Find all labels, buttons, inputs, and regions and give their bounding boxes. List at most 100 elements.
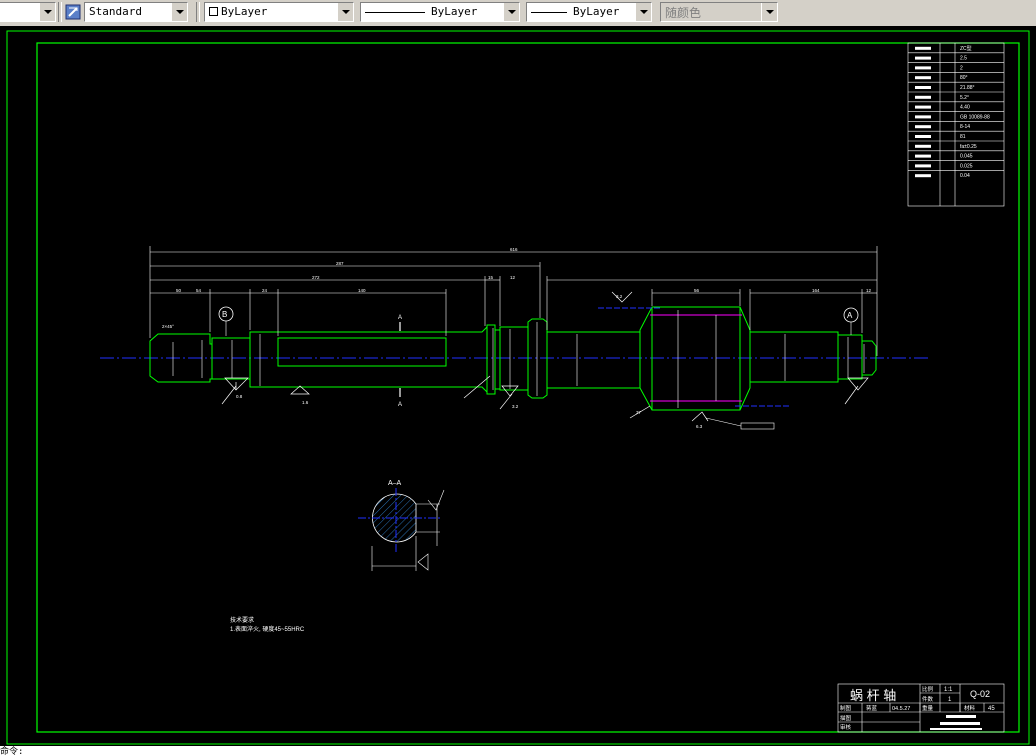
table-cell-value: 0.04: [960, 173, 970, 179]
text-style-dropdown[interactable]: Standard: [84, 2, 188, 22]
material-label: 材料: [964, 704, 976, 712]
tech-req-title: 技术要求: [230, 616, 254, 624]
dimension-text: 3.2: [616, 294, 623, 299]
dimension-text: 0.8: [236, 394, 243, 399]
chevron-down-icon[interactable]: [39, 3, 55, 21]
linetype-value: ByLayer: [431, 5, 478, 18]
section-marker-bottom: A: [398, 402, 402, 408]
table-cell-value: 2: [960, 65, 963, 71]
table-cell-value: GB 10089-88: [960, 114, 990, 120]
table-cell-value: 4.40: [960, 105, 970, 111]
material-value: 45: [988, 706, 995, 712]
table-cell-label: [915, 115, 931, 119]
chevron-down-icon[interactable]: [337, 3, 353, 21]
table-cell-label: [915, 135, 931, 138]
dimension-text: 3.2: [512, 404, 519, 409]
drawing-canvas[interactable]: ZC型 2.5 2 80° 21.88° 5.2° 4.40 GB 10089-88 8-14 8…: [0, 26, 1036, 746]
drawn-label: 制图: [840, 704, 852, 712]
color-value: ByLayer: [221, 5, 268, 18]
table-cell-label: [915, 95, 931, 99]
dimension-text: 12: [510, 275, 516, 280]
dimension-text: 54: [196, 288, 202, 293]
chevron-down-icon: [761, 3, 777, 21]
table-cell-label: [915, 46, 931, 50]
drawn-name: 蒋蓝: [866, 704, 878, 712]
plotstyle-dropdown: 随颜色: [660, 2, 778, 22]
qty-label: 件数: [922, 695, 934, 703]
scale-value: 1:1: [944, 687, 953, 693]
section-view-label: A–A: [388, 480, 402, 487]
table-cell-label: [915, 56, 931, 60]
designer-label: 描图: [840, 714, 852, 722]
linetype-preview-icon: [365, 11, 425, 13]
toolbar-separator: [58, 2, 62, 22]
table-cell-label: [915, 105, 931, 109]
color-dropdown[interactable]: ByLayer: [204, 2, 354, 22]
table-cell-label: [915, 125, 931, 129]
drawing-number: Q-02: [970, 689, 990, 699]
chevron-down-icon[interactable]: [635, 3, 651, 21]
tolerance-frame: [740, 422, 775, 430]
table-cell-label: [915, 66, 931, 70]
dimension-text: 164: [812, 288, 820, 293]
dimension-texts: 616 287 272 54 50 24 140 15 12 56 164 12 2×45° 3.2 0.8…: [162, 247, 872, 429]
chevron-down-icon[interactable]: [171, 3, 187, 21]
scale-label: 比例: [922, 685, 934, 693]
table-cell-label: [915, 154, 931, 158]
dimension-text: 50: [176, 288, 182, 293]
text-style-value: Standard: [89, 5, 142, 18]
lineweight-value: ByLayer: [573, 5, 620, 18]
section-marker-top: A: [398, 315, 402, 321]
dimension-text: 140: [358, 288, 366, 293]
datum-a-label: A: [847, 311, 853, 320]
dimension-text: 37: [636, 410, 642, 415]
dimension-text: 56: [694, 288, 700, 293]
prev-dropdown[interactable]: [0, 2, 56, 22]
title-block-text: 蜗 杆 轴 比例 1:1 件数 1 Q-02 制图 蒋蓝 04.5.27 重量 …: [840, 685, 995, 731]
command-prompt: 命令:: [0, 747, 24, 756]
lineweight-dropdown[interactable]: ByLayer: [526, 2, 652, 22]
chevron-down-icon[interactable]: [503, 3, 519, 21]
checker-label: 审核: [840, 723, 852, 731]
table-cell-value: 8-14: [960, 124, 970, 130]
qty-value: 1: [948, 697, 952, 703]
table-cell-value: 21.88°: [960, 85, 975, 91]
toolbar-separator: [196, 2, 200, 22]
command-line[interactable]: 命令:: [0, 746, 1036, 756]
table-cell-value: 0.025: [960, 163, 973, 169]
table-cell-label: [915, 76, 931, 80]
table-cell-value: 80°: [960, 75, 968, 81]
outer-frame: [6, 30, 1030, 745]
weight-label: 重量: [922, 704, 934, 712]
tech-req-note: 1.表面淬火, 硬度45~55HRC: [230, 625, 305, 633]
table-cell-value: fa±0.25: [960, 144, 977, 150]
datum-b-label: B: [222, 310, 227, 319]
dimension-text: 287: [336, 261, 344, 266]
dimension-text: 6.3: [696, 424, 703, 429]
table-cell-value: ZC型: [960, 45, 972, 52]
table-cell-value: 0.045: [960, 154, 973, 160]
surface-finish-marks: [221, 291, 869, 422]
color-swatch-icon: [209, 7, 218, 16]
dimension-text: 24: [262, 288, 268, 293]
text-style-icon[interactable]: [65, 4, 81, 20]
properties-toolbar: Standard ByLayer ByLayer ByLayer 随颜色: [0, 0, 1036, 27]
lineweight-preview-icon: [531, 11, 567, 13]
table-cell-value: 2.5: [960, 56, 967, 62]
dimension-text: 272: [312, 275, 320, 280]
dimension-text: 12: [866, 288, 872, 293]
dimension-text: 15: [488, 275, 494, 280]
table-cell-label: [915, 86, 931, 89]
dimension-text: 2×45°: [162, 324, 174, 329]
table-cell-value: 81: [960, 134, 966, 140]
drawn-date: 04.5.27: [892, 706, 910, 712]
plotstyle-value: 随颜色: [665, 6, 702, 20]
table-cell-label: [915, 164, 931, 168]
linetype-dropdown[interactable]: ByLayer: [360, 2, 520, 22]
dimension-text: 616: [510, 247, 518, 252]
part-name: 蜗 杆 轴: [850, 688, 896, 703]
table-cell-value: 5.2°: [960, 95, 969, 101]
dimension-text: 1.6: [302, 400, 309, 405]
table-cell-label: [915, 174, 931, 178]
table-cell-label: [915, 144, 931, 148]
